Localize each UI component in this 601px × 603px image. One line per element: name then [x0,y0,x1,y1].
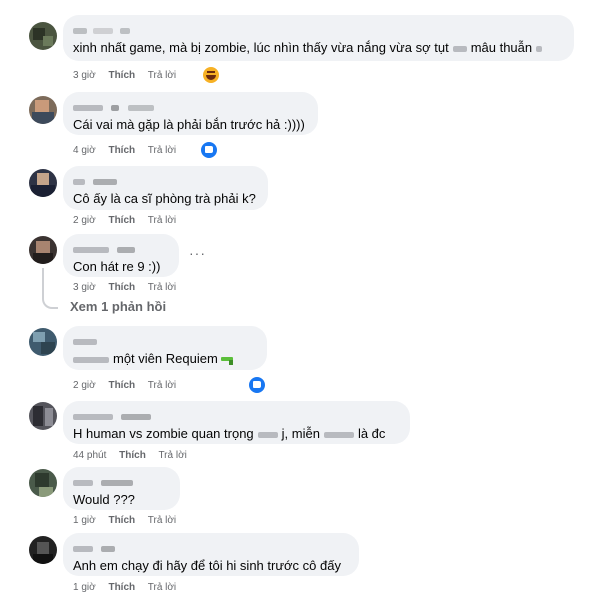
comment-text: một viên Requiem [73,350,257,367]
comment-meta: 3 giờ Thích Trả lời [73,282,186,293]
avatar[interactable] [29,402,57,430]
comment-bubble: xinh nhất game, mà bị zombie, lúc nhìn t… [63,15,574,61]
comment-meta: 4 giờ Thích Trả lời [73,145,186,156]
commenter-name-redacted[interactable] [73,333,257,347]
comment-text: Would ??? [73,492,135,507]
avatar[interactable] [29,328,57,356]
comment-meta: 1 giờ Thích Trả lời [73,515,186,526]
comment-time[interactable]: 1 giờ [73,582,96,593]
reply-button[interactable]: Trả lời [148,380,176,391]
reply-button[interactable]: Trả lời [148,515,176,526]
like-button[interactable]: Thích [108,380,135,391]
commenter-name-redacted[interactable] [73,173,258,187]
comment-bubble: một viên Requiem [63,326,267,370]
view-replies-link[interactable]: Xem 1 phản hồi [70,299,166,314]
commenter-name-redacted[interactable] [73,408,400,422]
commenter-name-redacted[interactable] [73,241,169,255]
gun-emoji [220,355,237,365]
comment-bubble: Would ??? [63,467,180,510]
haha-icon[interactable] [203,67,219,83]
like-button[interactable]: Thích [108,215,135,226]
avatar[interactable] [29,236,57,264]
commenter-name-redacted[interactable] [73,99,308,113]
commenter-name-redacted[interactable] [73,474,170,488]
comment-time[interactable]: 3 giờ [73,282,96,293]
avatar[interactable] [29,169,57,197]
avatar[interactable] [29,22,57,50]
reply-button[interactable]: Trả lời [148,582,176,593]
comment-meta: 3 giờ Thích Trả lời [73,70,186,81]
avatar[interactable] [29,96,57,124]
comment-time[interactable]: 1 giờ [73,515,96,526]
comment-text: Cái vai mà gặp là phải bắn trước hả :)))… [73,117,305,132]
reply-button[interactable]: Trả lời [148,215,176,226]
like-button[interactable]: Thích [108,70,135,81]
comment-meta: 1 giờ Thích Trả lời [73,582,186,593]
avatar[interactable] [29,536,57,564]
comment-bubble: H human vs zombie quan trọng j, miễn là đc [63,401,410,444]
comment-text: Con hát re 9 :)) [73,259,161,274]
more-options-icon[interactable]: ··· [189,245,206,261]
comment-meta: 2 giờ Thích Trả lời [73,215,186,226]
comment-text: Cô ấy là ca sĩ phòng trà phải k? [73,191,256,206]
comment-meta: 44 phút Thích Trả lời [73,450,197,461]
like-button[interactable]: Thích [108,145,135,156]
like-button[interactable]: Thích [119,450,146,461]
commenter-name-redacted[interactable] [73,540,349,554]
avatar[interactable] [29,469,57,497]
like-button[interactable]: Thích [108,282,135,293]
reply-button[interactable]: Trả lời [148,282,176,293]
reply-button[interactable]: Trả lời [148,145,176,156]
comment-time[interactable]: 3 giờ [73,70,96,81]
commenter-name-redacted[interactable] [73,22,564,36]
like-button[interactable]: Thích [108,582,135,593]
reply-button[interactable]: Trả lời [158,450,186,461]
reply-button[interactable]: Trả lời [148,70,176,81]
comment-bubble: Con hát re 9 :)) [63,234,179,277]
comment-time[interactable]: 44 phút [73,450,106,461]
comment-text: xinh nhất game, mà bị zombie, lúc nhìn t… [73,39,564,56]
comment-meta: 2 giờ Thích Trả lời [73,380,186,391]
comment-bubble: Cái vai mà gặp là phải bắn trước hả :)))… [63,92,318,135]
comment-bubble: Cô ấy là ca sĩ phòng trà phải k? [63,166,268,210]
comment-time[interactable]: 2 giờ [73,380,96,391]
comment-text: Anh em chạy đi hãy để tôi hi sinh trước … [73,558,341,573]
like-icon[interactable] [199,140,219,160]
thread-connector [42,268,58,309]
like-button[interactable]: Thích [108,515,135,526]
comment-time[interactable]: 2 giờ [73,215,96,226]
comment-time[interactable]: 4 giờ [73,145,96,156]
comment-bubble: Anh em chạy đi hãy để tôi hi sinh trước … [63,533,359,576]
comment-text: H human vs zombie quan trọng j, miễn là đc [73,426,386,441]
like-icon[interactable] [247,375,267,395]
